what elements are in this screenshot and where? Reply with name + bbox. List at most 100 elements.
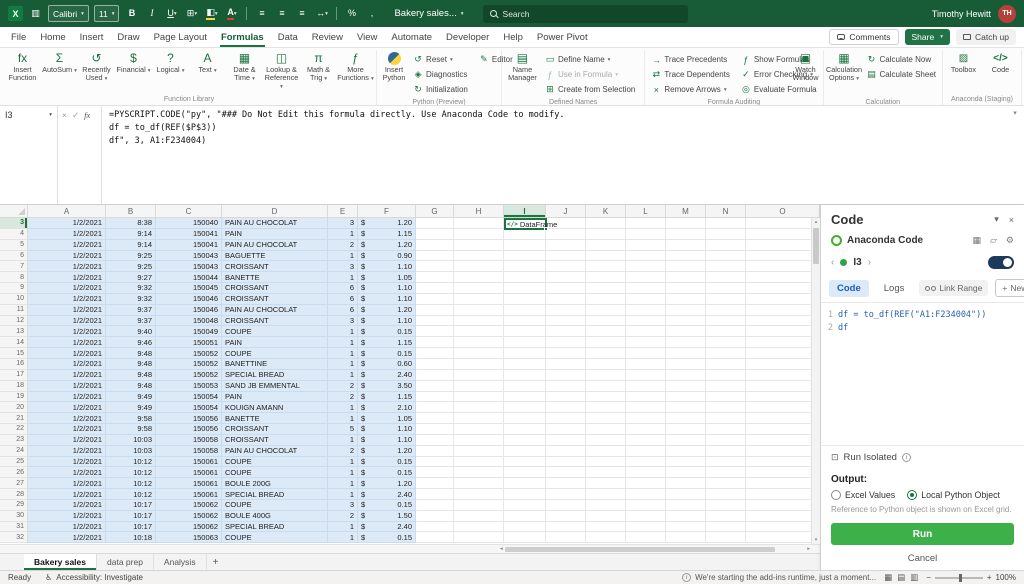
cell-empty[interactable] [666, 348, 706, 359]
ribbon-small-button[interactable]: ↺ Reset ▾ [409, 52, 475, 67]
cell-empty[interactable] [546, 261, 586, 272]
gear-icon[interactable]: ⚙ [1006, 235, 1014, 246]
ribbon-button[interactable]: ◫ Lookup & Reference ▾ [263, 50, 300, 95]
cell-empty[interactable] [504, 381, 546, 392]
cell-empty[interactable] [706, 511, 746, 522]
add-sheet-button[interactable]: + [207, 554, 225, 570]
cell-empty[interactable] [626, 283, 666, 294]
cell-article[interactable]: CROISSANT [222, 435, 328, 446]
cell-date[interactable]: 1/2/2021 [28, 478, 106, 489]
menu-tab[interactable]: View [350, 27, 384, 47]
cell-empty[interactable] [746, 370, 820, 381]
cell-ticket[interactable]: 150044 [156, 272, 222, 283]
cell-empty[interactable] [626, 251, 666, 262]
tab-code[interactable]: Code [829, 280, 869, 297]
cell-ticket[interactable]: 150058 [156, 446, 222, 457]
cell-empty[interactable] [586, 294, 626, 305]
column-header[interactable]: C [156, 205, 222, 217]
page-break-view-icon[interactable]: ▥ [910, 572, 918, 583]
cell-empty[interactable] [746, 478, 820, 489]
menu-tab[interactable]: Developer [439, 27, 496, 47]
cell-quantity[interactable]: 3 [328, 500, 358, 511]
cell-empty[interactable] [586, 251, 626, 262]
cell-empty[interactable] [454, 348, 504, 359]
cell-empty[interactable] [746, 402, 820, 413]
search-box[interactable] [483, 5, 688, 23]
cell-unit-price[interactable]: $0.15 [358, 500, 416, 511]
cell-unit-price[interactable]: $2.10 [358, 402, 416, 413]
menu-tab[interactable]: Home [33, 27, 72, 47]
cell-date[interactable]: 1/2/2021 [28, 511, 106, 522]
cell-empty[interactable] [746, 500, 820, 511]
cell-empty[interactable] [586, 457, 626, 468]
cell-empty[interactable] [586, 316, 626, 327]
cell-unit-price[interactable]: $3.50 [358, 381, 416, 392]
cell-unit-price[interactable]: $2.40 [358, 522, 416, 533]
cell-empty[interactable] [626, 381, 666, 392]
cell-ticket[interactable]: 150054 [156, 402, 222, 413]
cell-empty[interactable] [706, 392, 746, 403]
cell-empty[interactable] [706, 337, 746, 348]
cell-date[interactable]: 1/2/2021 [28, 305, 106, 316]
cell-empty[interactable] [504, 326, 546, 337]
cell-empty[interactable] [586, 348, 626, 359]
document-title[interactable]: Bakery sales...▾ [394, 8, 463, 19]
cell-empty[interactable] [546, 457, 586, 468]
cell-empty[interactable] [504, 229, 546, 240]
cell-empty[interactable] [546, 424, 586, 435]
cell-empty[interactable] [546, 251, 586, 262]
cell-empty[interactable] [706, 359, 746, 370]
font-name-select[interactable]: Calibri▾ [48, 5, 89, 22]
ribbon-button[interactable]: Σ AutoSum ▾ [41, 50, 78, 95]
cell-empty[interactable] [666, 467, 706, 478]
tab-logs[interactable]: Logs [876, 280, 913, 297]
scrollbar-thumb[interactable] [813, 228, 819, 264]
cell-empty[interactable] [586, 500, 626, 511]
cell-article[interactable]: CROISSANT [222, 294, 328, 305]
cell-quantity[interactable]: 2 [328, 240, 358, 251]
cell-empty[interactable] [416, 424, 454, 435]
ribbon-small-button[interactable]: ▭ Define Name ▾ [541, 52, 642, 67]
cell-empty[interactable] [504, 305, 546, 316]
environments-icon[interactable]: ▱ [990, 235, 997, 246]
cell-article[interactable]: BANETTE [222, 272, 328, 283]
cell-date[interactable]: 1/2/2021 [28, 413, 106, 424]
cell-ticket[interactable]: 150051 [156, 337, 222, 348]
row-number[interactable]: 13 [0, 326, 28, 337]
cell-ticket[interactable]: 150053 [156, 381, 222, 392]
cell-empty[interactable] [504, 348, 546, 359]
cell-empty[interactable] [746, 283, 820, 294]
cell-date[interactable]: 1/2/2021 [28, 326, 106, 337]
scroll-up-icon[interactable]: ▴ [812, 219, 820, 225]
align-center-button[interactable]: ≡ [274, 5, 289, 22]
row-number[interactable]: 22 [0, 424, 28, 435]
cell-empty[interactable] [546, 413, 586, 424]
cell-quantity[interactable]: 3 [328, 218, 358, 229]
cell-article[interactable]: SPECIAL BREAD [222, 370, 328, 381]
row-number[interactable]: 5 [0, 240, 28, 251]
cell-empty[interactable] [504, 294, 546, 305]
cell-article[interactable]: COUPE [222, 532, 328, 543]
cell-unit-price[interactable]: $0.15 [358, 326, 416, 337]
cell-empty[interactable] [454, 511, 504, 522]
cell-date[interactable]: 1/2/2021 [28, 424, 106, 435]
cell-empty[interactable] [626, 218, 666, 229]
sheet-tab-data-prep[interactable]: data prep [97, 554, 154, 570]
cell-empty[interactable] [626, 402, 666, 413]
row-number[interactable]: 3 [0, 218, 28, 229]
cell-unit-price[interactable]: $2.40 [358, 370, 416, 381]
cell-empty[interactable] [416, 446, 454, 457]
cell-empty[interactable] [626, 305, 666, 316]
cell-empty[interactable] [504, 370, 546, 381]
cell-empty[interactable] [746, 467, 820, 478]
cell-empty[interactable] [666, 272, 706, 283]
sheet-tab-analysis[interactable]: Analysis [154, 554, 207, 570]
cell-date[interactable]: 1/2/2021 [28, 532, 106, 543]
insert-function-icon[interactable]: fx [84, 110, 90, 120]
cell-empty[interactable] [626, 435, 666, 446]
italic-button[interactable]: I [144, 5, 159, 22]
cell-empty[interactable] [454, 251, 504, 262]
cell-empty[interactable] [504, 511, 546, 522]
cell-article[interactable]: COUPE [222, 457, 328, 468]
cell-empty[interactable] [546, 240, 586, 251]
